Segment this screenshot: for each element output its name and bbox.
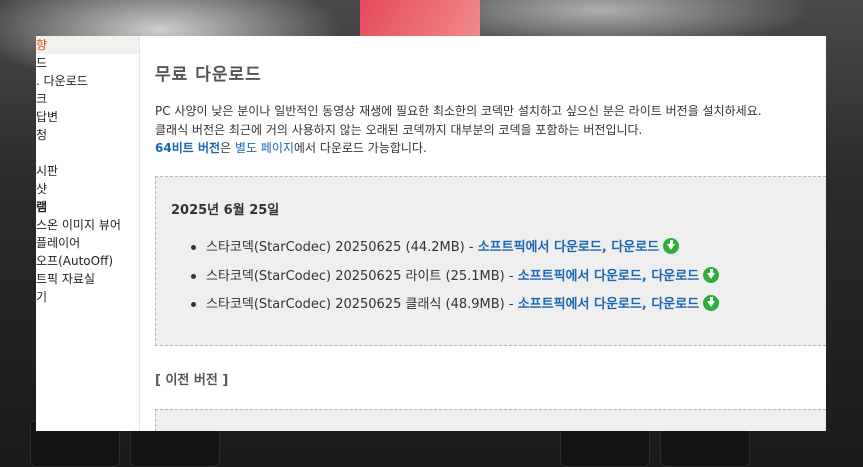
softpick-download-link[interactable]: 소프트픽에서 다운로드 [518, 269, 642, 284]
description-text: 에서 다운로드 가능합니다. [293, 141, 427, 155]
softpick-download-link[interactable]: 소프트픽에서 다운로드 [518, 297, 642, 312]
page-title: 무료 다운로드 [155, 65, 262, 85]
separator: - [464, 240, 478, 255]
sidebar-item[interactable]: 트픽 자료실 [36, 270, 139, 288]
download-item: 스타코덱(StarCodec) 20250625 라이트 (25.1MB) - … [188, 265, 720, 294]
separator: , [641, 268, 652, 284]
sidebar-item[interactable]: 플레이어 [36, 234, 139, 252]
direct-download-link[interactable]: 다운로드 [651, 297, 699, 312]
keyboard-key [130, 425, 220, 467]
sidebar: 향 드 . 다운로드 크 답변 청 시판 샷 램 스온 이미지 뷰어 플레이어 … [36, 36, 139, 431]
download-box: 2025년 6월 25일 스타코덱(StarCodec) 20250625 (4… [155, 176, 826, 346]
description-line: PC 사양이 낮은 분이나 일반적인 동영상 재생에 필요한 최소한의 코덱만 … [155, 104, 762, 118]
download-item: 스타코덱(StarCodec) 20250625 클래식 (48.9MB) - … [188, 293, 720, 322]
sidebar-item[interactable]: 청 [36, 126, 139, 144]
sidebar-item[interactable]: 기 [36, 288, 139, 306]
direct-download-link[interactable]: 다운로드 [651, 269, 699, 284]
description-text: 은 [220, 141, 235, 155]
description-line: 클래식 버전은 최근에 거의 사용하지 않는 오래된 코덱까지 대부분의 코덱을… [155, 122, 643, 137]
download-arrow-icon[interactable] [703, 295, 720, 311]
sidebar-item[interactable]: . 다운로드 [36, 72, 139, 90]
keyboard-key [560, 425, 650, 467]
previous-versions-heading: [ 이전 버전 ] [155, 373, 229, 388]
download-arrow-icon[interactable] [703, 266, 720, 283]
previous-versions-box [155, 409, 826, 431]
separator: - [504, 268, 518, 284]
download-item: 스타코덱(StarCodec) 20250625 (44.2MB) - 소프트픽… [188, 236, 719, 265]
separator: , [601, 240, 612, 255]
main-content: 무료 다운로드 PC 사양이 낮은 분이나 일반적인 동영상 재생에 필요한 최… [139, 36, 826, 431]
sidebar-item[interactable]: 스온 이미지 뷰어 [36, 216, 139, 234]
background-pink-object [360, 0, 480, 36]
direct-download-link[interactable]: 다운로드 [611, 240, 659, 255]
download-name: 스타코덱(StarCodec) 20250625 클래식 (48.9MB) [206, 297, 505, 312]
sidebar-item[interactable]: 답변 [36, 108, 139, 126]
sidebar-item[interactable]: 향 [36, 36, 139, 54]
sidebar-item[interactable]: 시판 [36, 162, 139, 180]
download-name: 스타코덱(StarCodec) 20250625 라이트 (25.1MB) [206, 268, 505, 284]
softpick-download-link[interactable]: 소프트픽에서 다운로드 [478, 240, 602, 255]
sidebar-item[interactable]: 샷 [36, 180, 139, 198]
release-date: 2025년 6월 25일 [171, 203, 280, 218]
sidebar-item[interactable]: 오프(AutoOff) [36, 252, 139, 270]
64bit-version-link[interactable]: 64비트 버전 [155, 141, 220, 155]
description-line: 64비트 버전은 별도 페이지에서 다운로드 가능합니다. [155, 139, 762, 158]
download-name: 스타코덱(StarCodec) 20250625 (44.2MB) [206, 240, 465, 255]
separator: - [504, 297, 518, 312]
sidebar-item[interactable]: 드 [36, 54, 139, 72]
separator: , [641, 297, 652, 312]
sidebar-item[interactable]: 램 [36, 198, 139, 216]
download-arrow-icon[interactable] [663, 238, 680, 254]
sidebar-item[interactable]: 크 [36, 90, 139, 108]
description: PC 사양이 낮은 분이나 일반적인 동영상 재생에 필요한 최소한의 코덱만 … [155, 102, 762, 158]
download-list: 스타코덱(StarCodec) 20250625 (44.2MB) - 소프트픽… [188, 236, 720, 322]
browser-window: 향 드 . 다운로드 크 답변 청 시판 샷 램 스온 이미지 뷰어 플레이어 … [36, 36, 826, 431]
separate-page-link[interactable]: 별도 페이지 [235, 141, 294, 155]
